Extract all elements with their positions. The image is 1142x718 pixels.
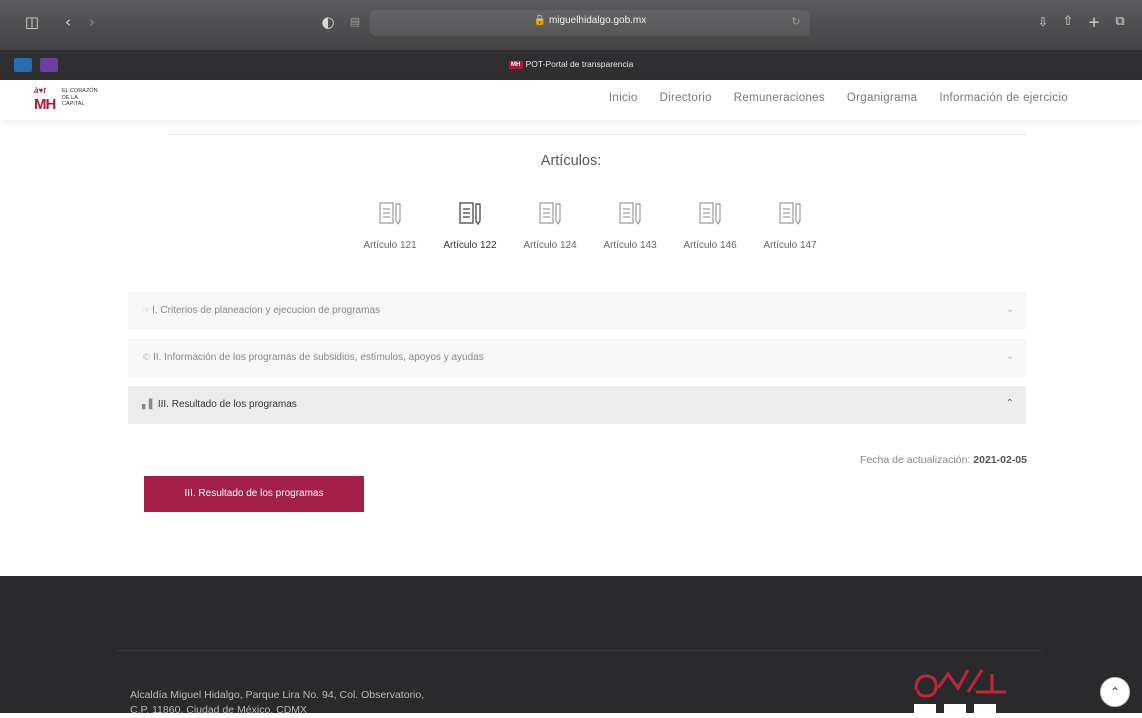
lock-icon: 🔒 xyxy=(533,15,547,26)
tab-title: POT-Portal de transparencia xyxy=(525,59,634,69)
url-text: miguelhidalgo.gob.mx xyxy=(548,15,647,26)
scroll-to-top-button[interactable]: ⌃ xyxy=(1100,677,1130,707)
content-divider xyxy=(168,134,1026,135)
accordion-resultado-programas[interactable]: ▖▌ III. Resultado de los programas ⌃ xyxy=(128,386,1026,424)
article-label: Artículo 143 xyxy=(603,240,657,251)
accordion-informacion-programas[interactable]: © II. Información de los programas de sub… xyxy=(128,339,1026,377)
article-label: Artículo 147 xyxy=(763,240,817,251)
article-143[interactable]: Artículo 143 xyxy=(590,200,670,251)
accordion-label: III. Resultado de los programas xyxy=(157,399,297,410)
article-122[interactable]: Artículo 122 xyxy=(430,200,510,251)
article-label: Artículo 124 xyxy=(523,240,577,251)
article-124[interactable]: Artículo 124 xyxy=(510,200,590,251)
document-icon xyxy=(379,202,401,226)
logo-mh: MH xyxy=(34,96,56,113)
browser-toolbar: ◫ ‹ › ◐ ▤ 🔒 miguelhidalgo.gob.mx ↻ ⇩ ⇧ +… xyxy=(0,0,1142,50)
tabs-icon[interactable]: ⧉ xyxy=(1110,12,1130,32)
logo-words: EL CORAZÓN DE LA CAPITAL xyxy=(62,88,98,107)
bar-chart-icon: ▖▌ xyxy=(142,400,156,410)
article-121[interactable]: Artículo 121 xyxy=(350,200,430,251)
share-icon[interactable]: ⇧ xyxy=(1058,12,1078,32)
logo-script: à♥t xyxy=(34,86,46,95)
site-logo[interactable]: à♥t MH EL CORAZÓN DE LA CAPITAL xyxy=(34,86,124,116)
tab-bar: MH POT-Portal de transparencia xyxy=(0,50,1142,80)
reload-icon[interactable]: ↻ xyxy=(786,12,806,32)
extension-outlook-icon[interactable] xyxy=(14,58,32,72)
footer-address-line1: Alcaldía Miguel Hidalgo, Parque Lira No.… xyxy=(130,689,425,701)
sidebar-icon[interactable]: ◫ xyxy=(22,12,42,32)
chevron-up-icon: ⌃ xyxy=(1005,398,1014,409)
articulos-title: Artículos: xyxy=(540,153,602,169)
footer-divider xyxy=(117,650,1042,651)
browser-chrome: ◫ ‹ › ◐ ▤ 🔒 miguelhidalgo.gob.mx ↻ ⇩ ⇧ +… xyxy=(0,0,1142,80)
chevron-up-icon: ⌃ xyxy=(1109,685,1121,699)
fecha-actualizacion: Fecha de actualización: 2021-02-05 xyxy=(860,454,1027,466)
articles-list: Artículo 121 Artículo 122 Artículo 124 A… xyxy=(350,200,830,260)
article-label: Artículo 121 xyxy=(363,240,417,251)
download-icon[interactable]: ⇩ xyxy=(1033,12,1053,32)
nav-directorio[interactable]: Directorio xyxy=(660,92,712,104)
article-label: Artículo 122 xyxy=(443,240,497,251)
article-label: Artículo 146 xyxy=(683,240,737,251)
nav-organigrama[interactable]: Organigrama xyxy=(847,92,917,104)
tab-active[interactable]: MH POT-Portal de transparencia xyxy=(0,53,1142,77)
main-nav: Inicio Directorio Remuneraciones Organig… xyxy=(609,92,1068,104)
article-147[interactable]: Artículo 147 xyxy=(750,200,830,251)
accordion-criterios[interactable]: ☞ I. Criterios de planeacion y ejecucion … xyxy=(128,292,1026,330)
document-icon xyxy=(779,202,801,226)
document-icon xyxy=(459,202,481,226)
pointing-hand-icon: ☞ xyxy=(142,306,151,316)
accordion-label: II. Información de los programas de subs… xyxy=(153,352,484,363)
chevron-down-icon: ⌄ xyxy=(1005,304,1014,315)
site-footer: Alcaldía Miguel Hidalgo, Parque Lira No.… xyxy=(0,576,1142,716)
footer-address: Alcaldía Miguel Hidalgo, Parque Lira No.… xyxy=(130,688,424,718)
copyright-icon: © xyxy=(142,353,151,363)
reader-icon[interactable]: ▤ xyxy=(345,12,365,32)
footer-address-line2: C.P. 11860, Ciudad de México, CDMX xyxy=(130,704,308,716)
chevron-down-icon: ⌄ xyxy=(1005,351,1014,362)
document-icon xyxy=(539,202,561,226)
article-146[interactable]: Artículo 146 xyxy=(670,200,750,251)
nav-remuneraciones[interactable]: Remuneraciones xyxy=(734,92,825,104)
tab-favicon: MH xyxy=(508,60,523,69)
fecha-value: 2021-02-05 xyxy=(973,454,1027,466)
privacy-icon[interactable]: ◐ xyxy=(318,12,338,32)
resultado-programas-button[interactable]: III. Resultado de los programas xyxy=(144,476,364,512)
address-bar[interactable]: 🔒 miguelhidalgo.gob.mx xyxy=(370,10,810,36)
footer-logo-icon xyxy=(914,669,1006,713)
nav-inicio[interactable]: Inicio xyxy=(609,92,638,104)
extension-purple-icon[interactable] xyxy=(40,58,58,72)
nav-informacion-ejercicio[interactable]: Información de ejercicio xyxy=(939,92,1068,104)
forward-icon[interactable]: › xyxy=(82,12,102,32)
document-icon xyxy=(619,202,641,226)
document-icon xyxy=(699,202,721,226)
back-icon[interactable]: ‹ xyxy=(58,12,78,32)
new-tab-icon[interactable]: + xyxy=(1084,12,1104,32)
fecha-label: Fecha de actualización: xyxy=(860,454,971,466)
site-header: à♥t MH EL CORAZÓN DE LA CAPITAL Inicio D… xyxy=(0,80,1142,120)
accordion-label: I. Criterios de planeacion y ejecucion d… xyxy=(152,305,380,316)
